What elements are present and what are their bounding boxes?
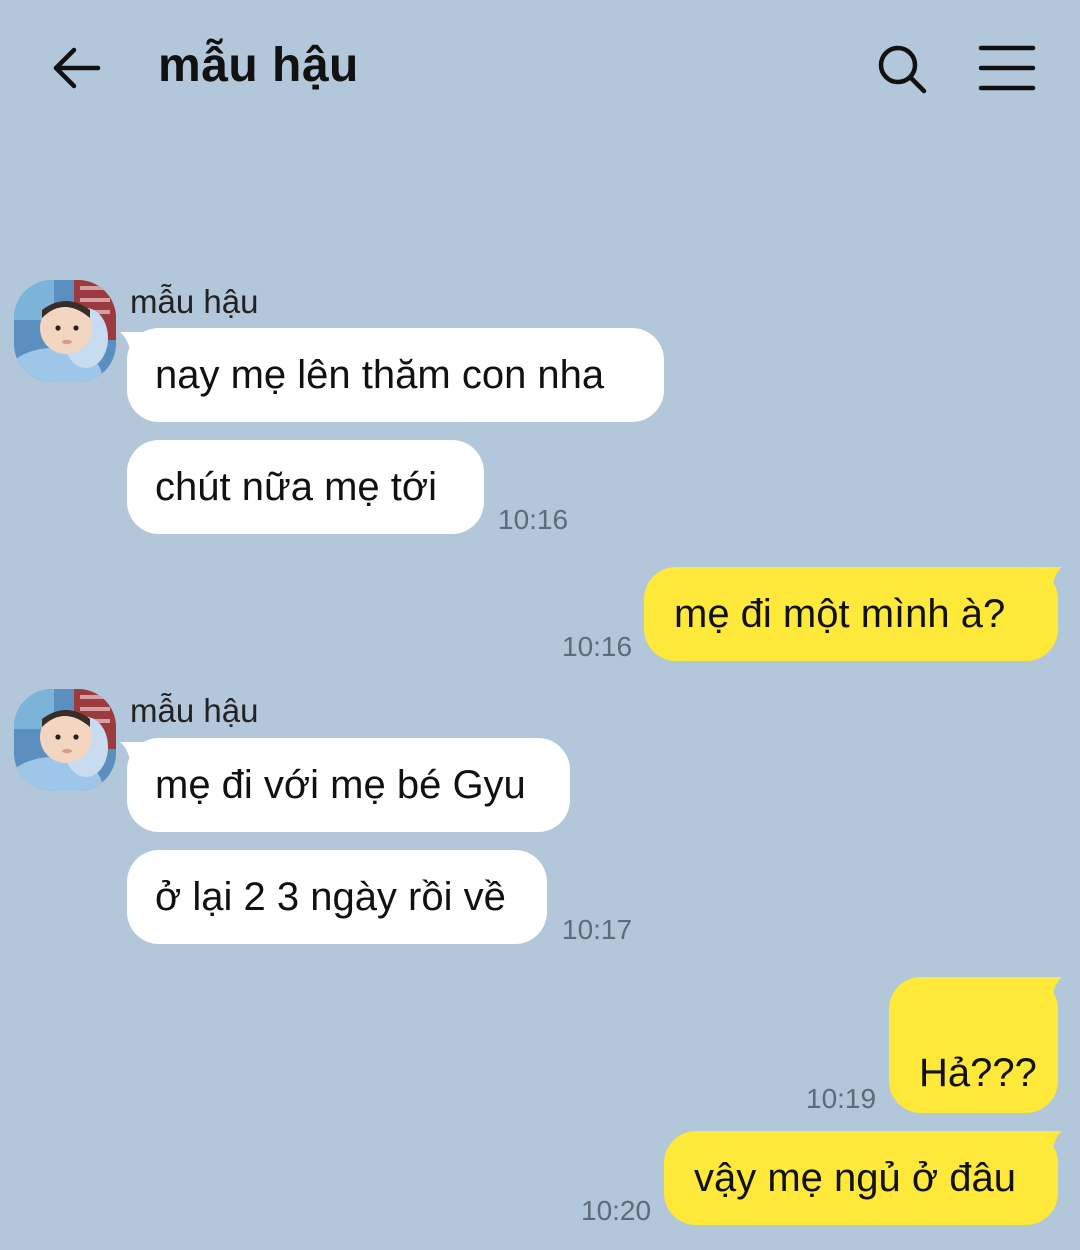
sender-name: mẫu hậu: [130, 692, 259, 729]
baby-photo-icon: [14, 280, 116, 382]
message-timestamp: 10:16: [498, 504, 569, 535]
back-button[interactable]: [48, 40, 104, 96]
arrow-left-icon: [53, 47, 101, 89]
bubble-tail: [1030, 977, 1062, 1007]
search-button[interactable]: [872, 40, 932, 100]
message-timestamp: 10:20: [581, 1195, 652, 1226]
menu-icon: [978, 45, 1036, 91]
avatar[interactable]: [14, 689, 116, 791]
bubble-tail: [1030, 567, 1062, 597]
chat-title: mẫu hậu: [158, 39, 359, 92]
message-timestamp: 10:17: [562, 914, 633, 945]
message-timestamp: 10:19: [806, 1083, 877, 1114]
sender-name: mẫu hậu: [130, 283, 259, 320]
message-timestamp: 10:16: [562, 631, 633, 662]
outgoing-message[interactable]: mẹ đi một mình à?: [644, 567, 1058, 661]
chat-header: mẫu hậu: [0, 0, 1080, 135]
incoming-message[interactable]: ở lại 2 3 ngày rồi về: [127, 850, 547, 944]
incoming-message[interactable]: nay mẹ lên thăm con nha: [127, 328, 664, 422]
baby-photo-icon: [14, 689, 116, 791]
menu-button[interactable]: [976, 42, 1038, 96]
outgoing-message[interactable]: vậy mẹ ngủ ở đâu: [664, 1131, 1058, 1225]
incoming-message[interactable]: mẹ đi với mẹ bé Gyu: [127, 738, 570, 832]
search-icon: [878, 45, 927, 94]
bubble-tail: [1030, 1131, 1062, 1161]
incoming-message[interactable]: chút nữa mẹ tới: [127, 440, 484, 534]
avatar[interactable]: [14, 280, 116, 382]
